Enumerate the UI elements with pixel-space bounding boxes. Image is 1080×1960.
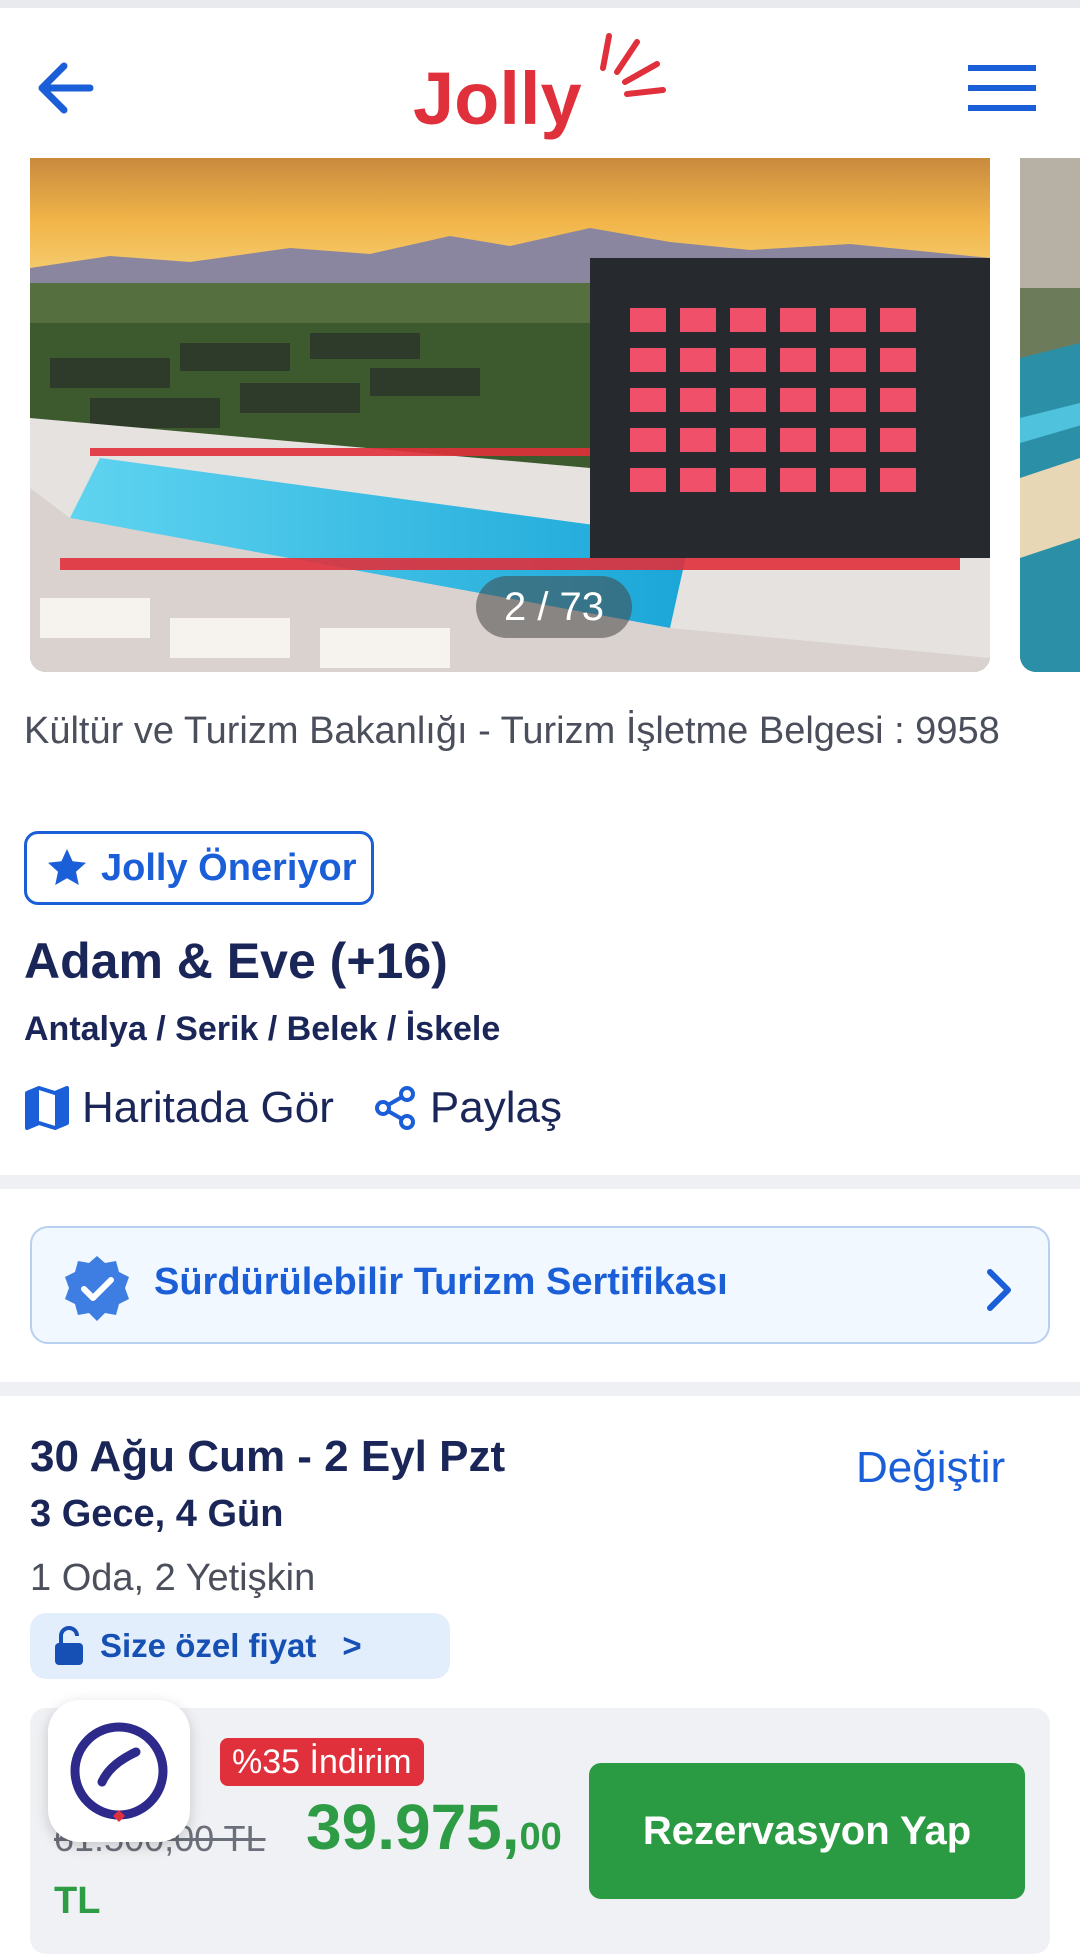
new-price: 39.975,00 [306, 1790, 562, 1864]
photo-gallery[interactable]: 2 / 73 [0, 158, 1080, 673]
share-icon [374, 1086, 415, 1130]
view-on-map-button[interactable]: Haritada Gör [24, 1083, 334, 1133]
section-divider [0, 1175, 1080, 1189]
verified-badge-icon [65, 1256, 129, 1321]
hotel-name: Adam & Eve (+16) [24, 933, 448, 989]
stay-duration: 3 Gece, 4 Gün [30, 1493, 284, 1535]
share-label: Paylaş [429, 1083, 562, 1132]
star-icon [48, 849, 86, 885]
next-photo-illustration [1020, 158, 1080, 672]
map-label: Haritada Gör [82, 1083, 334, 1132]
certificate-label: Sürdürülebilir Turizm Sertifikası [154, 1261, 728, 1303]
next-photo-preview[interactable] [1020, 158, 1080, 672]
special-price-arrow: > [342, 1627, 362, 1664]
discount-badge: %35 İndirim [220, 1738, 424, 1786]
special-price-label: Size özel fiyat [100, 1627, 317, 1664]
share-button[interactable]: Paylaş [372, 1083, 562, 1133]
new-price-main: 39.975, [306, 1791, 520, 1863]
badge-label: Jolly Öneriyor [101, 846, 357, 889]
svg-text:Jolly: Jolly [413, 57, 582, 140]
change-dates-link[interactable]: Değiştir [856, 1443, 1005, 1493]
hamburger-menu-icon[interactable] [966, 63, 1038, 113]
status-strip [0, 0, 1080, 8]
new-price-decimals: 00 [519, 1816, 562, 1858]
currency: TL [54, 1880, 101, 1922]
hotel-location: Antalya / Serik / Belek / İskele [24, 1010, 501, 1048]
special-price-button[interactable]: Size özel fiyat > [30, 1613, 450, 1679]
photo-counter: 2 / 73 [476, 576, 632, 638]
unlock-icon [55, 1626, 83, 1665]
map-icon [25, 1086, 69, 1130]
section-divider [0, 1382, 1080, 1396]
recommended-badge: Jolly Öneriyor [24, 831, 374, 905]
reserve-button[interactable]: Rezervasyon Yap [589, 1763, 1025, 1899]
hotel-actions: Haritada Gör Paylaş [24, 1075, 562, 1141]
license-text: Kültür ve Turizm Bakanlığı - Turizm İşle… [24, 710, 1000, 752]
certificate-card[interactable]: Sürdürülebilir Turizm Sertifikası [30, 1226, 1050, 1344]
room-guests: 1 Oda, 2 Yetişkin [30, 1557, 316, 1599]
jolly-logo[interactable]: Jolly [405, 28, 675, 148]
arrow-left-icon[interactable] [30, 53, 100, 123]
floating-assistant-button[interactable] [48, 1700, 190, 1842]
stay-dates: 30 Ağu Cum - 2 Eyl Pzt [30, 1432, 506, 1481]
chevron-right-icon [987, 1269, 1011, 1311]
assistant-logo-icon [70, 1722, 168, 1822]
app-header: Jolly [0, 8, 1080, 158]
